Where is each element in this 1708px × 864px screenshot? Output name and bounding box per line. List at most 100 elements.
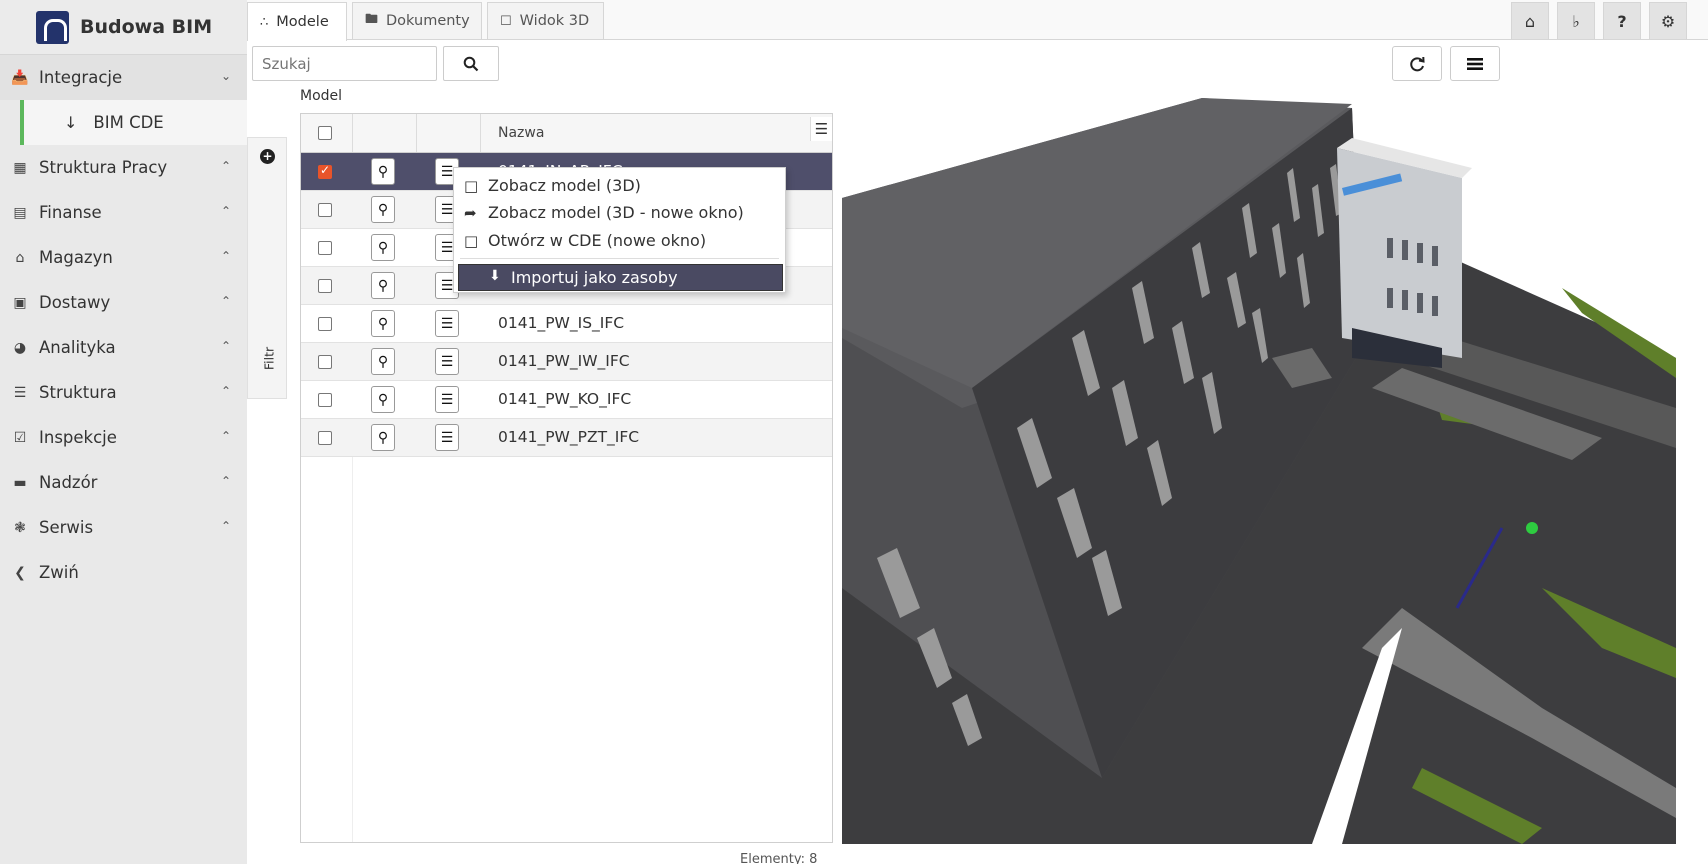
row-preview-button[interactable]: ⚲ — [371, 272, 395, 299]
search-icon — [463, 56, 479, 71]
menu-item-import-resources[interactable]: ⬇ Importuj jako zasoby — [458, 264, 783, 291]
hamburger-icon — [1467, 57, 1483, 70]
tab-widok-3d[interactable]: ☐ Widok 3D — [487, 2, 604, 39]
row-checkbox[interactable] — [318, 393, 332, 407]
sidebar-item-label: Magazyn — [39, 248, 113, 267]
row-checkbox[interactable] — [318, 163, 332, 179]
sidebar-item-serwis[interactable]: ❃ Serwis ⌃ — [0, 505, 247, 550]
sidebar-item-struktura[interactable]: ☰ Struktura ⌃ — [0, 370, 247, 415]
building-icon: ▦ — [13, 159, 27, 176]
row-checkbox[interactable] — [318, 355, 332, 369]
grid-title: Model — [300, 88, 343, 104]
row-checkbox[interactable] — [318, 279, 332, 293]
sidebar-item-analityka[interactable]: ◕ Analityka ⌃ — [0, 325, 247, 370]
sidebar-item-label: Serwis — [39, 518, 94, 537]
sidebar-item-label: Finanse — [39, 203, 102, 222]
tab-label: Widok 3D — [519, 13, 590, 29]
refresh-button[interactable] — [1392, 46, 1442, 81]
sidebar-item-magazyn[interactable]: ⌂ Magazyn ⌃ — [0, 235, 247, 280]
search-button[interactable] — [443, 46, 499, 81]
hamburger-icon: ☰ — [440, 315, 454, 332]
search-icon: ⚲ — [377, 239, 389, 256]
hamburger-icon: ☰ — [440, 391, 454, 408]
sidebar-item-inspekcje[interactable]: ☑ Inspekcje ⌃ — [0, 415, 247, 460]
row-preview-button[interactable]: ⚲ — [371, 234, 395, 261]
row-checkbox[interactable] — [318, 241, 332, 255]
menu-button[interactable] — [1450, 46, 1500, 81]
cubes-icon: ∴ — [260, 14, 269, 30]
sidebar-item-label: Dostawy — [39, 293, 111, 312]
add-filter-icon[interactable]: + — [260, 149, 275, 164]
bell-icon: ♭ — [1572, 11, 1580, 31]
search-input[interactable] — [252, 46, 437, 81]
bug-icon: ❃ — [14, 519, 26, 536]
row-preview-button[interactable]: ⚲ — [371, 424, 395, 451]
row-preview-button[interactable]: ⚲ — [371, 158, 395, 185]
inbox-icon: 📥 — [11, 69, 29, 86]
table-row[interactable]: ⚲ ☰ 0141_PW_IW_IFC — [301, 343, 832, 381]
tab-bar: ∴ Modele 🖿 Dokumenty ☐ Widok 3D ⌂ ♭ ? ⚙ — [247, 0, 1708, 41]
sidebar-item-finanse[interactable]: ▤ Finanse ⌃ — [0, 190, 247, 235]
help-button[interactable]: ? — [1603, 2, 1641, 40]
truck-icon: ▣ — [13, 294, 27, 311]
chevron-left-icon: ❮ — [14, 564, 26, 581]
row-menu-button[interactable]: ☰ — [435, 424, 459, 451]
sidebar-item-label: Integracje — [39, 68, 123, 87]
table-row[interactable]: ⚲ ☰ 0141_PW_PZT_IFC — [301, 419, 832, 457]
layers-icon: ☰ — [13, 384, 27, 401]
hamburger-icon: ☰ — [440, 239, 454, 256]
row-checkbox[interactable] — [318, 317, 332, 331]
frame-icon: □ — [464, 231, 479, 250]
bim-3d-viewer[interactable] — [842, 88, 1676, 844]
select-all-checkbox[interactable] — [318, 126, 332, 140]
hamburger-icon: ☰ — [440, 201, 454, 218]
column-divider — [416, 114, 417, 152]
menu-item-open-cde[interactable]: □ Otwórz w CDE (nowe okno) — [464, 231, 706, 250]
question-icon: ? — [1617, 11, 1627, 31]
row-preview-button[interactable]: ⚲ — [371, 348, 395, 375]
gauge-icon: ◕ — [13, 339, 27, 356]
row-menu-button[interactable]: ☰ — [435, 348, 459, 375]
sidebar-item-zwin[interactable]: ❮ Zwiń — [0, 550, 247, 595]
sidebar-item-label: Zwiń — [39, 563, 79, 582]
notifications-button[interactable]: ♭ — [1557, 2, 1595, 40]
column-menu-button[interactable]: ☰ — [810, 117, 832, 141]
sidebar-item-nadzor[interactable]: ▬ Nadzór ⌃ — [0, 460, 247, 505]
sidebar-item-label: Struktura — [39, 383, 117, 402]
sidebar-item-bim-cde[interactable]: ↓ BIM CDE — [20, 100, 247, 145]
row-preview-button[interactable]: ⚲ — [371, 196, 395, 223]
share-arrow-icon: ➦ — [464, 203, 477, 222]
sidebar-item-integracje[interactable]: 📥 Integracje ⌄ — [0, 55, 247, 100]
filter-panel[interactable]: + Filtr — [247, 137, 287, 399]
row-menu-button[interactable]: ☰ — [435, 310, 459, 337]
column-header-name[interactable]: Nazwa — [498, 125, 544, 141]
row-preview-button[interactable]: ⚲ — [371, 386, 395, 413]
table-row[interactable]: ⚲ ☰ 0141_PW_KO_IFC — [301, 381, 832, 419]
brand[interactable]: Budowa BIM — [0, 0, 247, 55]
menu-item-view-3d[interactable]: □ Zobacz model (3D) — [464, 176, 641, 195]
chevron-up-icon: ⌃ — [220, 159, 231, 173]
search-icon: ⚲ — [377, 391, 389, 408]
row-checkbox[interactable] — [318, 431, 332, 445]
home-button[interactable]: ⌂ — [1511, 2, 1549, 40]
row-preview-button[interactable]: ⚲ — [371, 310, 395, 337]
sidebar-item-dostawy[interactable]: ▣ Dostawy ⌃ — [0, 280, 247, 325]
tab-modele[interactable]: ∴ Modele — [247, 2, 347, 41]
sidebar-item-struktura-pracy[interactable]: ▦ Struktura Pracy ⌃ — [0, 145, 247, 190]
column-divider — [352, 114, 353, 152]
tab-label: Dokumenty — [386, 13, 470, 29]
settings-button[interactable]: ⚙ — [1649, 2, 1687, 40]
menu-item-view-3d-new-window[interactable]: ➦ Zobacz model (3D - nowe okno) — [464, 203, 744, 222]
grid-header: Nazwa ☰ — [301, 114, 832, 153]
menu-item-label: Zobacz model (3D) — [488, 176, 641, 195]
row-menu-button[interactable]: ☰ — [435, 386, 459, 413]
tab-dokumenty[interactable]: 🖿 Dokumenty — [352, 2, 482, 39]
folder-icon: 🖿 — [365, 12, 379, 27]
column-divider — [352, 457, 353, 842]
row-checkbox[interactable] — [318, 203, 332, 217]
sidebar-item-label: Nadzór — [39, 473, 98, 492]
table-row[interactable]: ⚲ ☰ 0141_PW_IS_IFC — [301, 305, 832, 343]
row-name: 0141_PW_IW_IFC — [498, 352, 630, 370]
chevron-up-icon: ⌃ — [220, 204, 231, 218]
card-icon: ▬ — [13, 474, 27, 491]
